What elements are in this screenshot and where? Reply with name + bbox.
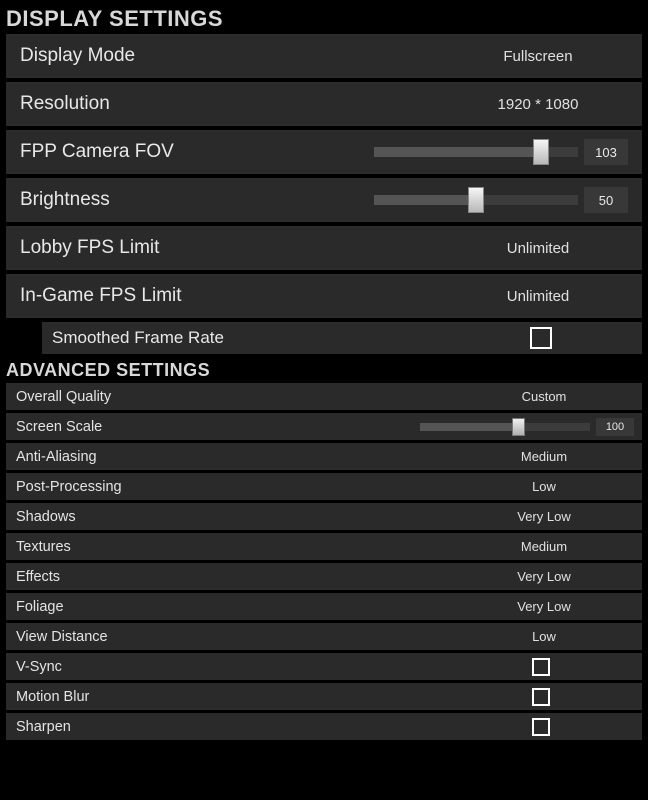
brightness-slider[interactable] bbox=[374, 195, 578, 205]
view-distance-label: View Distance bbox=[16, 629, 108, 645]
sharpen-checkbox[interactable] bbox=[532, 718, 550, 736]
anti-aliasing-label: Anti-Aliasing bbox=[16, 449, 97, 465]
motion-blur-label: Motion Blur bbox=[16, 689, 89, 705]
shadows-label: Shadows bbox=[16, 509, 76, 525]
brightness-row: Brightness 50 bbox=[6, 178, 642, 222]
effects-row[interactable]: Effects Very Low bbox=[6, 563, 642, 590]
fov-slider[interactable] bbox=[374, 147, 578, 157]
smoothed-frame-rate-label: Smoothed Frame Rate bbox=[42, 328, 224, 348]
foliage-value[interactable]: Very Low bbox=[454, 599, 634, 614]
brightness-label: Brightness bbox=[20, 189, 110, 211]
overall-quality-row[interactable]: Overall Quality Custom bbox=[6, 383, 642, 410]
vsync-checkbox[interactable] bbox=[532, 658, 550, 676]
overall-quality-value[interactable]: Custom bbox=[454, 389, 634, 404]
lobby-fps-value[interactable]: Unlimited bbox=[448, 240, 628, 257]
shadows-row[interactable]: Shadows Very Low bbox=[6, 503, 642, 530]
motion-blur-row: Motion Blur bbox=[6, 683, 642, 710]
fov-slider-fill bbox=[374, 147, 541, 157]
view-distance-row[interactable]: View Distance Low bbox=[6, 623, 642, 650]
anti-aliasing-row[interactable]: Anti-Aliasing Medium bbox=[6, 443, 642, 470]
sharpen-label: Sharpen bbox=[16, 719, 71, 735]
smoothed-frame-rate-checkbox[interactable] bbox=[530, 327, 552, 349]
foliage-row[interactable]: Foliage Very Low bbox=[6, 593, 642, 620]
screen-scale-label: Screen Scale bbox=[16, 419, 102, 435]
motion-blur-checkbox[interactable] bbox=[532, 688, 550, 706]
advanced-settings-header: ADVANCED SETTINGS bbox=[6, 358, 642, 383]
brightness-slider-thumb[interactable] bbox=[468, 187, 484, 213]
display-mode-row[interactable]: Display Mode Fullscreen bbox=[6, 34, 642, 78]
post-processing-row[interactable]: Post-Processing Low bbox=[6, 473, 642, 500]
vsync-row: V-Sync bbox=[6, 653, 642, 680]
view-distance-value[interactable]: Low bbox=[454, 629, 634, 644]
screen-scale-slider-thumb[interactable] bbox=[512, 418, 525, 436]
ingame-fps-label: In-Game FPS Limit bbox=[20, 285, 182, 307]
ingame-fps-row[interactable]: In-Game FPS Limit Unlimited bbox=[6, 274, 642, 318]
anti-aliasing-value[interactable]: Medium bbox=[454, 449, 634, 464]
screen-scale-slider-fill bbox=[420, 423, 520, 431]
fov-slider-thumb[interactable] bbox=[533, 139, 549, 165]
display-mode-label: Display Mode bbox=[20, 45, 135, 67]
textures-value[interactable]: Medium bbox=[454, 539, 634, 554]
brightness-slider-fill bbox=[374, 195, 476, 205]
screen-scale-slider[interactable] bbox=[420, 423, 590, 431]
lobby-fps-label: Lobby FPS Limit bbox=[20, 237, 159, 259]
fov-label: FPP Camera FOV bbox=[20, 141, 174, 163]
post-processing-label: Post-Processing bbox=[16, 479, 122, 495]
vsync-label: V-Sync bbox=[16, 659, 62, 675]
display-settings-header: DISPLAY SETTINGS bbox=[6, 4, 642, 34]
effects-label: Effects bbox=[16, 569, 60, 585]
smoothed-frame-rate-row: Smoothed Frame Rate bbox=[42, 322, 642, 354]
effects-value[interactable]: Very Low bbox=[454, 569, 634, 584]
resolution-label: Resolution bbox=[20, 93, 110, 115]
post-processing-value[interactable]: Low bbox=[454, 479, 634, 494]
shadows-value[interactable]: Very Low bbox=[454, 509, 634, 524]
display-mode-value[interactable]: Fullscreen bbox=[448, 48, 628, 65]
lobby-fps-row[interactable]: Lobby FPS Limit Unlimited bbox=[6, 226, 642, 270]
overall-quality-label: Overall Quality bbox=[16, 389, 111, 405]
screen-scale-value: 100 bbox=[596, 418, 634, 436]
resolution-row[interactable]: Resolution 1920 * 1080 bbox=[6, 82, 642, 126]
ingame-fps-value[interactable]: Unlimited bbox=[448, 288, 628, 305]
foliage-label: Foliage bbox=[16, 599, 64, 615]
resolution-value[interactable]: 1920 * 1080 bbox=[448, 96, 628, 113]
brightness-value: 50 bbox=[584, 187, 628, 213]
sharpen-row: Sharpen bbox=[6, 713, 642, 740]
textures-label: Textures bbox=[16, 539, 71, 555]
screen-scale-row: Screen Scale 100 bbox=[6, 413, 642, 440]
fov-row: FPP Camera FOV 103 bbox=[6, 130, 642, 174]
fov-value: 103 bbox=[584, 139, 628, 165]
textures-row[interactable]: Textures Medium bbox=[6, 533, 642, 560]
